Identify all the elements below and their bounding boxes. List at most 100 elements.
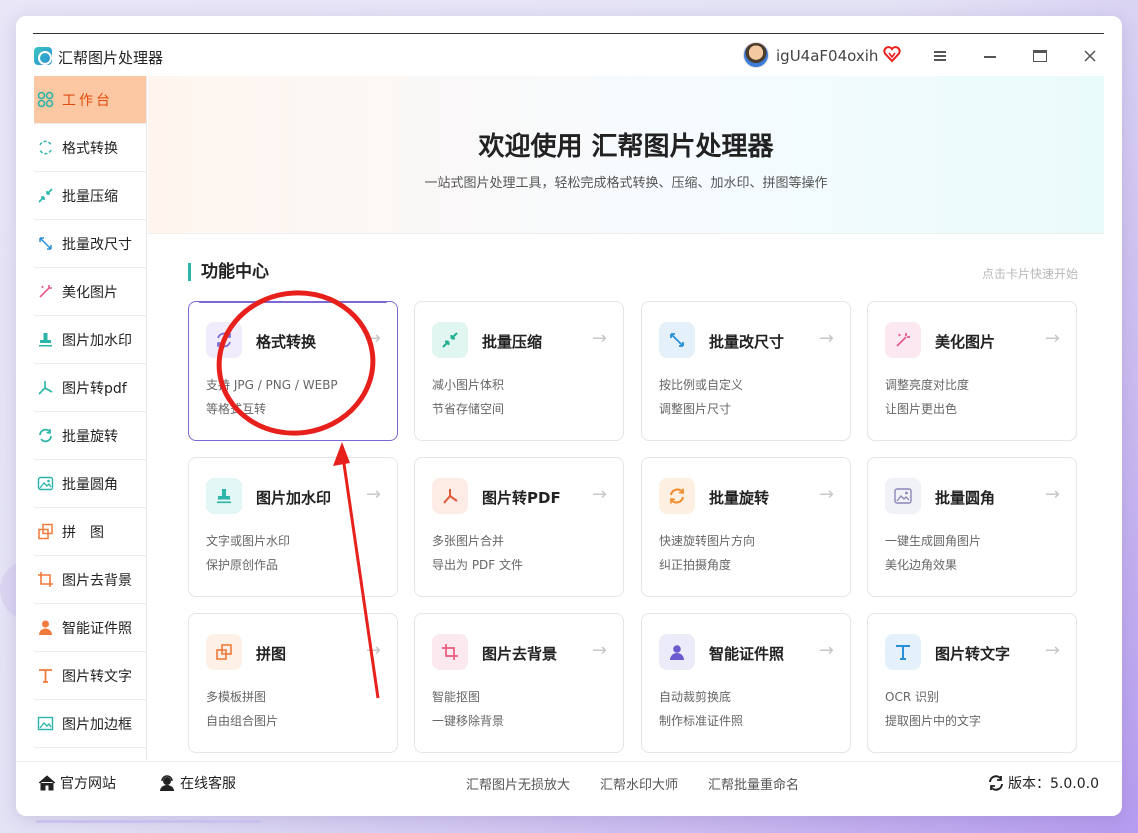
- sidebar-item-watermark[interactable]: 图片加水印: [34, 316, 146, 364]
- card-ocr[interactable]: 图片转文字 → OCR 识别 提取图片中的文字: [867, 613, 1077, 753]
- sidebar-item-label: 图片转pdf: [62, 380, 127, 397]
- card-title: 图片加水印: [256, 489, 332, 507]
- card-desc-1: OCR 识别: [885, 690, 939, 704]
- section-hint: 点击卡片快速开始: [981, 267, 1078, 281]
- card-remove-bg[interactable]: 图片去背景 → 智能抠图 一键移除背景: [414, 613, 624, 753]
- sidebar-item-batch-compress[interactable]: 批量压缩: [34, 172, 146, 220]
- title-bar: 汇帮图片处理器 igU4aF04oxih: [16, 38, 1122, 76]
- card-desc-2: 保护原创作品: [206, 558, 279, 572]
- home-icon: [38, 775, 56, 791]
- card-desc-1: 调整亮度对比度: [885, 378, 970, 392]
- card-title: 批量改尺寸: [709, 333, 785, 351]
- person-icon: [39, 620, 52, 635]
- official-website-link[interactable]: 官方网站: [38, 773, 116, 793]
- sidebar-item-label: 智能证件照: [62, 620, 132, 637]
- window-top-line: [33, 33, 1104, 34]
- convert-icon: [206, 322, 242, 358]
- maximize-icon[interactable]: [1026, 42, 1054, 70]
- app-title: 汇帮图片处理器: [58, 49, 164, 67]
- card-title: 拼图: [256, 645, 287, 663]
- card-to-pdf[interactable]: 图片转PDF → 多张图片合并 导出为 PDF 文件: [414, 457, 624, 597]
- footer-link-upscale[interactable]: 汇帮图片无损放大: [466, 774, 570, 793]
- welcome-title: 欢迎使用 汇帮图片处理器: [478, 132, 774, 162]
- card-batch-compress[interactable]: 批量压缩 → 减小图片体积 节省存储空间: [414, 301, 624, 441]
- card-round-corner[interactable]: 批量圆角 → 一键生成圆角图片 美化边角效果: [867, 457, 1077, 597]
- card-format-convert[interactable]: 格式转换 → 支持 JPG / PNG / WEBP 等格式互转: [188, 301, 398, 441]
- sidebar-item-label: 图片去背景: [62, 572, 132, 589]
- sidebar-item-id-photo[interactable]: 智能证件照: [34, 604, 146, 652]
- sidebar-item-beautify[interactable]: 美化图片: [34, 268, 146, 316]
- card-rotate[interactable]: 批量旋转 → 快速旋转图片方向 纠正拍摄角度: [641, 457, 851, 597]
- sidebar-item-label: 批量圆角: [62, 476, 118, 493]
- sidebar-item-border[interactable]: 图片加边框: [34, 700, 146, 748]
- sidebar-item-to-pdf[interactable]: 图片转pdf: [34, 364, 146, 412]
- sidebar-item-ocr[interactable]: 图片转文字: [34, 652, 146, 700]
- card-title: 批量压缩: [482, 333, 543, 351]
- card-desc-2: 提取图片中的文字: [885, 714, 982, 728]
- sidebar-item-label: 图片转文字: [62, 668, 132, 685]
- online-support-label: 在线客服: [180, 776, 236, 792]
- image-icon: [885, 478, 921, 514]
- sidebar-item-round-corner[interactable]: 批量圆角: [34, 460, 146, 508]
- pdf-icon: [432, 478, 468, 514]
- footer-link-watermark[interactable]: 汇帮水印大师: [600, 774, 678, 793]
- menu-icon[interactable]: [926, 42, 954, 70]
- sidebar-item-label: 格式转换: [62, 140, 118, 157]
- card-id-photo[interactable]: 智能证件照 → 自动裁剪换底 制作标准证件照: [641, 613, 851, 753]
- sidebar-item-puzzle[interactable]: 拼 图: [34, 508, 146, 556]
- pdf-icon: [38, 381, 53, 395]
- frame-icon: [37, 716, 54, 731]
- stamp-icon: [206, 478, 242, 514]
- sidebar-item-format-convert[interactable]: 格式转换: [34, 124, 146, 172]
- sidebar-item-batch-resize[interactable]: 批量改尺寸: [34, 220, 146, 268]
- card-desc-1: 多模板拼图: [206, 690, 267, 704]
- version-label: 版本：5.0.0.0: [1008, 776, 1099, 792]
- card-batch-resize[interactable]: 批量改尺寸 → 按比例或自定义 调整图片尺寸: [641, 301, 851, 441]
- official-website-label: 官方网站: [60, 776, 116, 792]
- card-desc-1: 按比例或自定义: [659, 378, 744, 392]
- welcome-banner: 欢迎使用 汇帮图片处理器 一站式图片处理工具，轻松完成格式转换、压缩、加水印、拼…: [148, 76, 1104, 234]
- arrow-right-icon: →: [591, 484, 607, 505]
- arrow-right-icon: →: [818, 328, 834, 349]
- card-desc-2: 节省存储空间: [432, 402, 505, 416]
- footer-bar: 官方网站 在线客服 汇帮图片无损放大 汇帮水印大师 汇帮批量重命名 版本：5.0…: [16, 761, 1122, 801]
- sidebar: 工作台 格式转换 批量压缩 批量改尺寸 美化图片 图片加水印 图片转pdf 批量…: [34, 76, 147, 760]
- arrow-right-icon: →: [365, 328, 381, 349]
- compress-icon: [432, 322, 468, 358]
- puzzle-icon: [38, 523, 53, 540]
- card-puzzle[interactable]: 拼图 → 多模板拼图 自由组合图片: [188, 613, 398, 753]
- sidebar-item-label: 批量旋转: [62, 428, 118, 445]
- rotate-icon: [39, 428, 52, 443]
- person-icon: [659, 634, 695, 670]
- username[interactable]: igU4aF04oxih: [776, 47, 878, 65]
- compress-icon: [38, 188, 53, 203]
- sidebar-item-label: 批量改尺寸: [62, 236, 132, 253]
- sidebar-item-workbench[interactable]: 工作台: [34, 76, 146, 124]
- minimize-icon[interactable]: [976, 42, 1004, 70]
- card-desc-2: 等格式互转: [206, 402, 267, 416]
- close-icon[interactable]: [1076, 42, 1104, 70]
- sidebar-item-label: 拼 图: [62, 524, 104, 541]
- card-desc-1: 支持 JPG / PNG / WEBP: [206, 378, 338, 392]
- card-title: 格式转换: [256, 333, 317, 351]
- card-watermark[interactable]: 图片加水印 → 文字或图片水印 保护原创作品: [188, 457, 398, 597]
- arrow-right-icon: →: [591, 328, 607, 349]
- avatar[interactable]: [743, 42, 769, 68]
- card-beautify[interactable]: 美化图片 → 调整亮度对比度 让图片更出色: [867, 301, 1077, 441]
- card-title: 批量圆角: [935, 489, 996, 507]
- sidebar-item-rotate[interactable]: 批量旋转: [34, 412, 146, 460]
- card-title: 智能证件照: [709, 645, 785, 663]
- vip-heart-icon[interactable]: [883, 45, 901, 63]
- puzzle-icon: [206, 634, 242, 670]
- arrow-right-icon: →: [818, 640, 834, 661]
- card-title: 批量旋转: [709, 489, 770, 507]
- card-desc-1: 一键生成圆角图片: [885, 534, 982, 548]
- rotate-icon: [659, 478, 695, 514]
- sidebar-item-label: 图片加边框: [62, 716, 132, 733]
- arrow-right-icon: →: [365, 484, 381, 505]
- welcome-subtitle: 一站式图片处理工具，轻松完成格式转换、压缩、加水印、拼图等操作: [424, 176, 828, 191]
- sidebar-item-remove-bg[interactable]: 图片去背景: [34, 556, 146, 604]
- section-title: 功能中心: [188, 263, 269, 281]
- online-support-link[interactable]: 在线客服: [158, 773, 236, 793]
- footer-link-rename[interactable]: 汇帮批量重命名: [708, 774, 799, 793]
